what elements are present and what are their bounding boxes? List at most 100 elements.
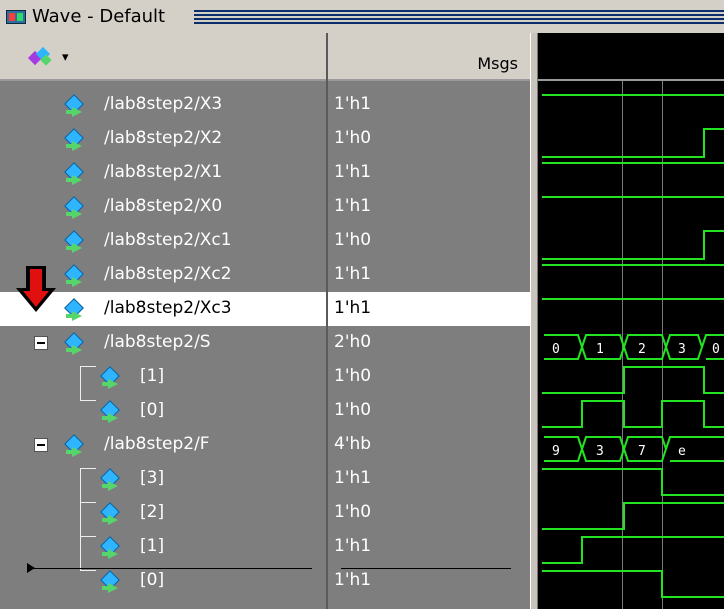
signal-row[interactable]: [2] <box>0 496 326 530</box>
title-bar[interactable]: Wave - Default <box>0 0 724 33</box>
signal-value: 1'h1 <box>334 570 372 590</box>
names-header: ▾ <box>0 33 326 81</box>
signal-row[interactable]: /lab8step2/S <box>0 326 326 360</box>
value-row[interactable]: 4'hb <box>328 428 530 462</box>
signal-name: /lab8step2/S <box>104 332 211 352</box>
signal-name: /lab8step2/X1 <box>104 162 223 182</box>
signal-row[interactable]: /lab8step2/X2 <box>0 122 326 156</box>
signal-diamond-icon <box>100 468 122 491</box>
signal-name: /lab8step2/Xc2 <box>104 264 232 284</box>
signal-value: 1'h0 <box>334 400 372 420</box>
window-title: Wave - Default <box>32 6 166 27</box>
signal-value: 4'hb <box>334 434 372 454</box>
collapse-icon[interactable] <box>34 336 48 350</box>
signal-name: [0] <box>140 570 165 590</box>
signal-row[interactable]: /lab8step2/F <box>0 428 326 462</box>
signal-row[interactable]: /lab8step2/X0 <box>0 190 326 224</box>
signal-add-icon[interactable] <box>27 46 54 67</box>
signal-diamond-icon <box>64 332 86 355</box>
signal-row[interactable]: [3] <box>0 462 326 496</box>
red-down-arrow-icon <box>16 266 56 312</box>
signal-diamond-icon <box>64 196 86 219</box>
value-row[interactable]: 1'h0 <box>328 224 530 258</box>
signal-value: 1'h1 <box>334 264 372 284</box>
signal-value: 1'h0 <box>334 366 372 386</box>
signal-name: /lab8step2/F <box>104 434 210 454</box>
waveform-canvas: 0 1 2 3 0 9 3 7 e <box>542 94 724 598</box>
signal-name: /lab8step2/X0 <box>104 196 223 216</box>
value-row[interactable]: 1'h1 <box>328 564 530 598</box>
value-row[interactable]: 1'h1 <box>328 88 530 122</box>
value-row[interactable]: 1'h0 <box>328 360 530 394</box>
signal-name: [2] <box>140 502 165 522</box>
values-scroll-track[interactable] <box>341 568 511 569</box>
value-row[interactable]: 1'h0 <box>328 122 530 156</box>
msgs-label: Msgs <box>477 54 518 73</box>
signal-diamond-icon <box>100 400 122 423</box>
value-row[interactable]: 1'h0 <box>328 496 530 530</box>
names-scroll-track[interactable] <box>30 568 312 569</box>
wave-window-icon <box>6 10 26 24</box>
bus-label-f: 9 <box>552 444 560 459</box>
signal-row[interactable]: /lab8step2/Xc1 <box>0 224 326 258</box>
bus-label-s: 0 <box>552 342 560 357</box>
bus-label-f: 3 <box>596 444 604 459</box>
bus-label-s: 2 <box>638 342 646 357</box>
signal-diamond-icon <box>64 162 86 185</box>
bus-label-f: e <box>678 444 686 459</box>
value-row-selected[interactable]: 1'h1 <box>328 292 530 326</box>
signal-name: [1] <box>140 536 165 556</box>
signal-diamond-icon <box>100 536 122 559</box>
signal-value: 1'h1 <box>334 468 372 488</box>
signal-diamond-icon <box>64 298 86 321</box>
signal-value: 1'h1 <box>334 298 372 318</box>
signal-name: /lab8step2/Xc3 <box>104 298 232 318</box>
signal-name: [3] <box>140 468 165 488</box>
value-row[interactable]: 1'h1 <box>328 530 530 564</box>
signal-value: 2'h0 <box>334 332 372 352</box>
value-row[interactable]: 2'h0 <box>328 326 530 360</box>
signal-value: 1'h0 <box>334 128 372 148</box>
signal-row[interactable]: [0] <box>0 394 326 428</box>
bus-label-s: 0 <box>712 342 720 357</box>
bus-label-f: 7 <box>638 444 646 459</box>
bus-label-s: 3 <box>678 342 686 357</box>
value-row[interactable]: 1'h1 <box>328 462 530 496</box>
signal-row[interactable]: [1] <box>0 530 326 564</box>
value-row[interactable]: 1'h0 <box>328 394 530 428</box>
signal-row[interactable]: /lab8step2/X3 <box>0 88 326 122</box>
wave-splitter[interactable] <box>530 33 538 609</box>
signal-value: 1'h1 <box>334 196 372 216</box>
scroll-right-icon[interactable] <box>27 563 35 573</box>
chevron-down-icon[interactable]: ▾ <box>62 50 69 65</box>
signal-row[interactable]: /lab8step2/X1 <box>0 156 326 190</box>
waveform-pane[interactable]: 0 1 2 3 0 9 3 7 e <box>538 33 724 609</box>
bus-label-s: 1 <box>596 342 604 357</box>
signal-value: 1'h1 <box>334 536 372 556</box>
value-row[interactable]: 1'h1 <box>328 190 530 224</box>
signal-diamond-icon <box>64 434 86 457</box>
signal-value: 1'h0 <box>334 230 372 250</box>
signal-name: /lab8step2/Xc1 <box>104 230 232 250</box>
signal-diamond-icon <box>100 502 122 525</box>
signal-row[interactable]: [0] <box>0 564 326 598</box>
signal-diamond-icon <box>64 264 86 287</box>
signal-value: 1'h1 <box>334 162 372 182</box>
signal-value: 1'h0 <box>334 502 372 522</box>
msgs-header: Msgs <box>328 33 530 81</box>
value-row[interactable]: 1'h1 <box>328 258 530 292</box>
signal-diamond-icon <box>64 128 86 151</box>
collapse-icon[interactable] <box>34 438 48 452</box>
signal-name: /lab8step2/X3 <box>104 94 223 114</box>
signal-name: /lab8step2/X2 <box>104 128 223 148</box>
signal-diamond-icon <box>100 366 122 389</box>
signal-value: 1'h1 <box>334 94 372 114</box>
signal-names-pane: ▾ /lab8step2/X3 /lab8step2/X2 /lab8step2… <box>0 33 326 609</box>
signal-diamond-icon <box>64 94 86 117</box>
title-bar-grip[interactable] <box>194 10 724 24</box>
signal-name: [1] <box>140 366 165 386</box>
signal-name: [0] <box>140 400 165 420</box>
values-pane: Msgs 1'h1 1'h0 1'h1 1'h1 1'h0 1'h1 1'h1 … <box>328 33 530 609</box>
signal-row[interactable]: [1] <box>0 360 326 394</box>
value-row[interactable]: 1'h1 <box>328 156 530 190</box>
